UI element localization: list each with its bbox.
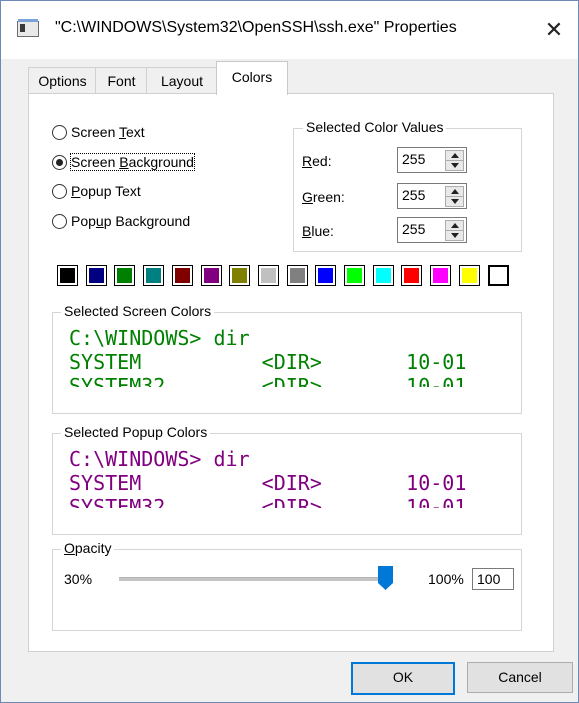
opacity-group — [52, 549, 522, 631]
blue-spinner[interactable]: 255 — [397, 217, 467, 243]
red-spin-buttons — [445, 150, 464, 171]
red-decrement-button[interactable] — [446, 161, 463, 170]
tab-colors[interactable]: Colors — [216, 61, 288, 95]
color-swatch[interactable] — [458, 265, 480, 286]
radio-indicator[interactable] — [52, 124, 67, 140]
color-swatch[interactable] — [229, 265, 251, 286]
radio-screen-text[interactable]: Screen Text — [52, 124, 145, 140]
color-swatch[interactable] — [401, 265, 423, 286]
console-line: SYSTEM <DIR> 10-01 — [69, 350, 467, 374]
color-swatch[interactable] — [315, 265, 337, 286]
radio-screen-background-label: Screen Background — [70, 153, 195, 171]
color-swatch[interactable] — [430, 265, 452, 286]
red-spinner[interactable]: 255 — [397, 147, 467, 173]
color-swatch[interactable] — [200, 265, 222, 286]
color-swatch[interactable] — [114, 265, 136, 286]
radio-popup-background-label: Popup Background — [71, 213, 191, 229]
blue-spin-buttons — [445, 220, 464, 241]
console-line: SYSTEM <DIR> 10-01 — [69, 471, 467, 495]
radio-indicator-checked[interactable] — [52, 154, 67, 170]
blue-value[interactable]: 255 — [402, 221, 425, 237]
opacity-slider-thumb[interactable] — [378, 566, 393, 590]
green-spin-buttons — [445, 186, 464, 207]
screen-colors-preview: C:\WINDOWS> dir SYSTEM <DIR> 10-01 SYSTE… — [63, 322, 518, 387]
color-swatch[interactable] — [171, 265, 193, 286]
close-button[interactable]: ✕ — [536, 12, 572, 48]
tab-font[interactable]: Font — [95, 67, 148, 94]
color-swatch[interactable] — [372, 265, 394, 286]
radio-popup-text[interactable]: Popup Text — [52, 183, 141, 199]
color-swatch[interactable] — [85, 265, 107, 286]
blue-decrement-button[interactable] — [446, 231, 463, 240]
console-line: SYSTEM32 <DIR> 10-01 — [69, 374, 467, 387]
opacity-value-field[interactable]: 100 — [472, 568, 514, 590]
color-swatch[interactable] — [143, 265, 165, 286]
selected-color-values-legend: Selected Color Values — [303, 119, 447, 135]
color-swatch[interactable] — [487, 265, 509, 286]
opacity-slider-track[interactable] — [119, 577, 393, 581]
selected-popup-colors-legend: Selected Popup Colors — [61, 424, 211, 440]
red-increment-button[interactable] — [446, 151, 463, 161]
tab-options[interactable]: Options — [28, 67, 97, 94]
blue-increment-button[interactable] — [446, 221, 463, 231]
opacity-min-label: 30% — [64, 571, 93, 587]
selected-screen-colors-legend: Selected Screen Colors — [61, 303, 215, 319]
properties-window: "C:\WINDOWS\System32\OpenSSH\ssh.exe" Pr… — [0, 0, 579, 703]
radio-indicator[interactable] — [52, 213, 67, 229]
opacity-max-label: 100% — [428, 571, 464, 587]
title-bar: "C:\WINDOWS\System32\OpenSSH\ssh.exe" Pr… — [1, 1, 578, 59]
green-value[interactable]: 255 — [402, 187, 425, 203]
radio-screen-background[interactable]: Screen Background — [52, 153, 195, 171]
radio-indicator[interactable] — [52, 183, 67, 199]
red-label: Red: — [302, 153, 332, 169]
green-decrement-button[interactable] — [446, 197, 463, 206]
color-swatch[interactable] — [286, 265, 308, 286]
console-line: C:\WINDOWS> dir — [69, 447, 250, 471]
opacity-legend: Opacity — [61, 540, 115, 556]
blue-label: Blue: — [302, 223, 334, 239]
tab-layout[interactable]: Layout — [146, 67, 218, 94]
console-line: C:\WINDOWS> dir — [69, 326, 250, 350]
color-swatch[interactable] — [57, 265, 78, 286]
green-label: Green: — [302, 189, 345, 205]
console-window-icon — [17, 19, 39, 37]
console-line: SYSTEM32 <DIR> 10-01 — [69, 495, 467, 508]
cancel-button[interactable]: Cancel — [467, 662, 573, 693]
green-increment-button[interactable] — [446, 187, 463, 197]
radio-popup-background[interactable]: Popup Background — [52, 213, 190, 229]
window-title: "C:\WINDOWS\System32\OpenSSH\ssh.exe" Pr… — [55, 19, 457, 36]
color-swatch[interactable] — [344, 265, 365, 286]
radio-screen-text-label: Screen Text — [71, 124, 145, 140]
radio-popup-text-label: Popup Text — [71, 183, 141, 199]
color-swatch[interactable] — [257, 265, 279, 286]
ok-button[interactable]: OK — [351, 662, 455, 695]
red-value[interactable]: 255 — [402, 151, 425, 167]
green-spinner[interactable]: 255 — [397, 183, 467, 209]
popup-colors-preview: C:\WINDOWS> dir SYSTEM <DIR> 10-01 SYSTE… — [63, 443, 518, 508]
